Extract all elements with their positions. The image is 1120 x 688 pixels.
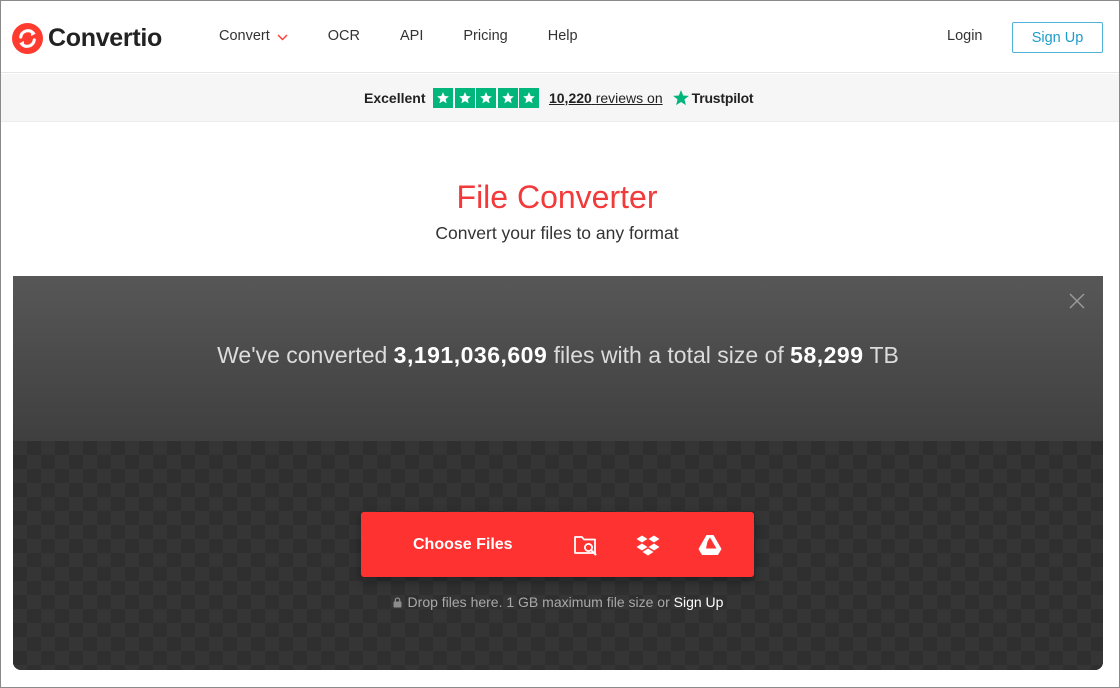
convertio-logo-icon (12, 22, 43, 54)
rating-stars (433, 88, 541, 108)
page: Convertio Convert OCR API Pricing Help L… (0, 0, 1120, 688)
trustpilot-bar: Excellent 10,220 reviews on Trustpilot (1, 74, 1119, 122)
logo-text: Convertio (48, 23, 162, 52)
top-header: Convertio Convert OCR API Pricing Help L… (1, 1, 1119, 73)
dropbox-icon[interactable] (635, 533, 661, 557)
drop-hint-text: Drop files here. 1 GB maximum file size … (407, 594, 670, 610)
files-count: 3,191,036,609 (393, 342, 548, 368)
star-icon (476, 88, 497, 108)
review-suffix: reviews on (595, 90, 663, 106)
lock-icon (393, 597, 402, 608)
trustpilot-logo: Trustpilot (672, 89, 754, 107)
nav-convert-label: Convert (219, 28, 270, 44)
trustpilot-star-icon (672, 90, 689, 106)
trustpilot-widget[interactable]: Excellent 10,220 reviews on Trustpilot (364, 87, 754, 109)
nav-api[interactable]: API (400, 28, 423, 44)
review-count: 10,220 (548, 90, 592, 106)
total-size: 58,299 (790, 342, 864, 368)
hint-signup-link[interactable]: Sign Up (674, 594, 724, 610)
drop-hint: Drop files here. 1 GB maximum file size … (13, 594, 1103, 610)
upload-panel: We've converted 3,191,036,609 files with… (13, 276, 1103, 670)
conversion-stats: We've converted 3,191,036,609 files with… (13, 342, 1103, 369)
chevron-down-icon (277, 34, 288, 40)
nav-convert[interactable]: Convert (219, 28, 288, 44)
nav-help[interactable]: Help (548, 28, 578, 44)
rating-word: Excellent (364, 90, 426, 106)
star-icon (433, 88, 454, 108)
logo[interactable]: Convertio (12, 22, 162, 54)
star-icon (519, 88, 540, 108)
review-count-link[interactable]: 10,220 reviews on (549, 90, 663, 106)
star-icon (454, 88, 475, 108)
nav-ocr[interactable]: OCR (328, 28, 360, 44)
login-link[interactable]: Login (947, 28, 982, 44)
signup-button[interactable]: Sign Up (1012, 22, 1103, 53)
star-icon (497, 88, 518, 108)
folder-search-icon[interactable] (573, 533, 599, 557)
choose-files-button[interactable]: Choose Files (413, 536, 513, 554)
page-title: File Converter (456, 179, 658, 215)
google-drive-icon[interactable] (697, 533, 723, 557)
stats-prefix: We've converted (217, 342, 388, 368)
trustpilot-name: Trustpilot (691, 90, 754, 106)
close-icon[interactable] (1069, 293, 1085, 309)
nav-pricing[interactable]: Pricing (463, 28, 507, 44)
main-nav: Convert OCR API Pricing Help (219, 28, 618, 44)
size-unit: TB (869, 342, 899, 368)
page-subtitle: Convert your files to any format (435, 223, 679, 243)
choose-files-bar: Choose Files (361, 512, 754, 577)
stats-middle: files with a total size of (553, 342, 784, 368)
